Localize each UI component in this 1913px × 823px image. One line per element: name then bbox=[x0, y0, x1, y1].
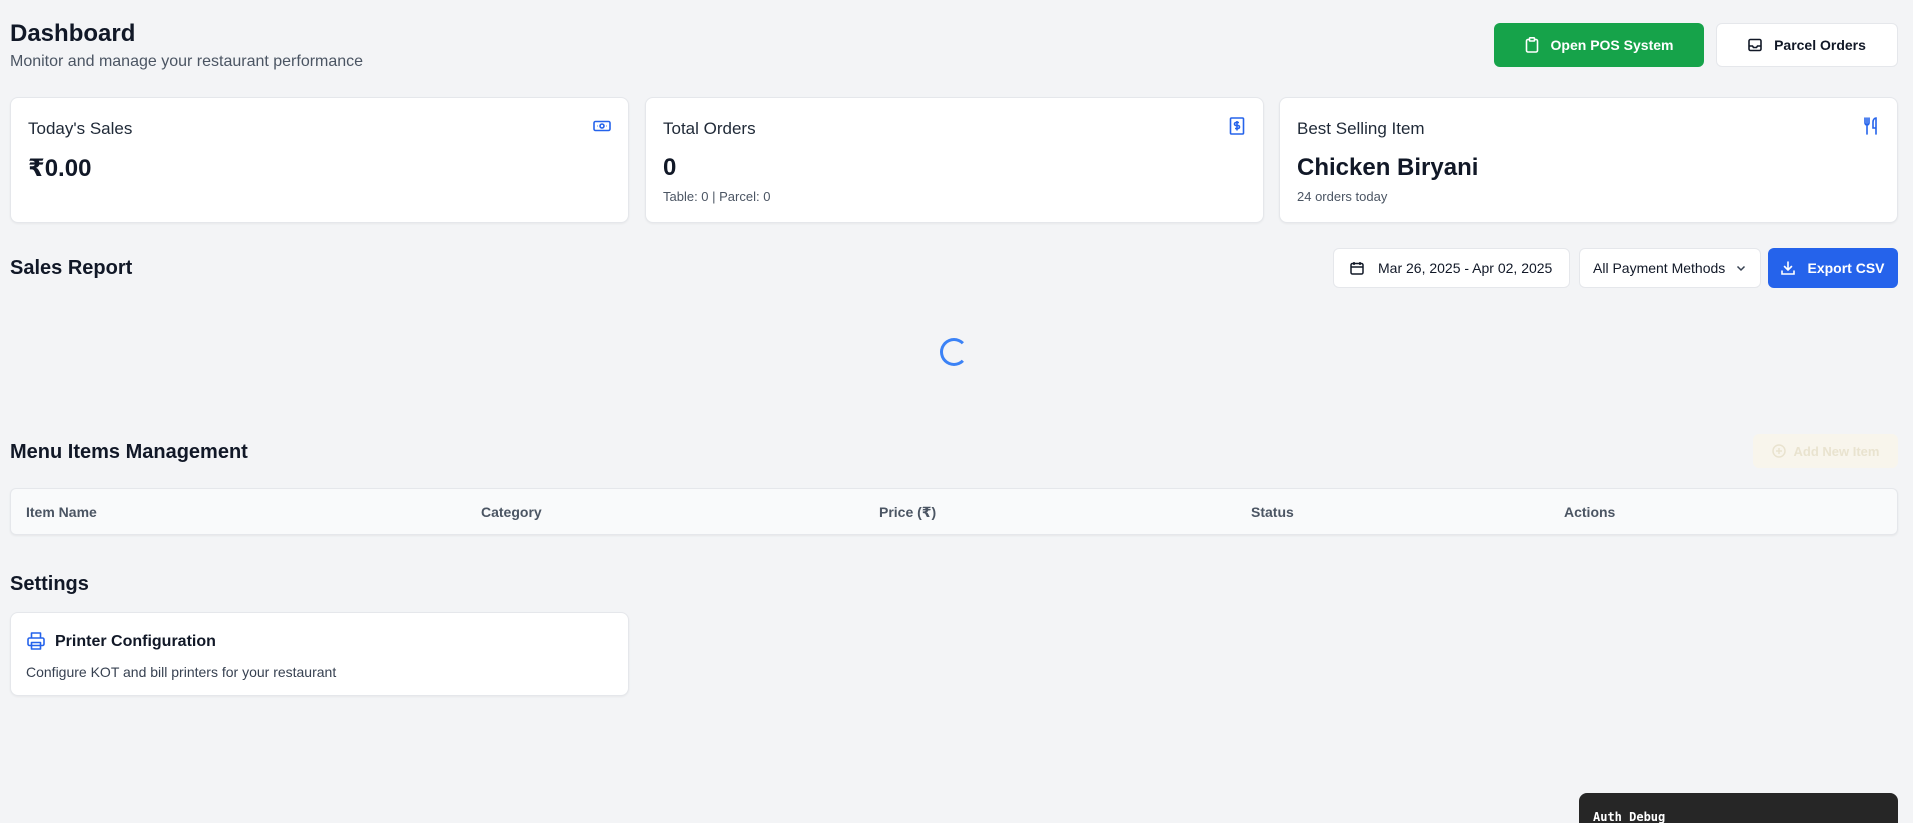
column-header-category: Category bbox=[481, 504, 542, 520]
date-range-value: Mar 26, 2025 - Apr 02, 2025 bbox=[1378, 260, 1553, 276]
printer-configuration-title: Printer Configuration bbox=[55, 633, 216, 650]
export-csv-label: Export CSV bbox=[1807, 260, 1885, 276]
page-header: Dashboard Monitor and manage your restau… bbox=[10, 20, 1898, 72]
loading-spinner bbox=[940, 338, 968, 366]
todays-sales-title: Today's Sales bbox=[28, 119, 133, 138]
payment-method-value: All Payment Methods bbox=[1593, 260, 1726, 276]
page-title: Dashboard bbox=[10, 20, 136, 47]
payment-method-select[interactable]: All Payment Methods bbox=[1579, 248, 1761, 288]
chevron-down-icon bbox=[1735, 262, 1747, 274]
column-header-actions: Actions bbox=[1564, 504, 1616, 520]
printer-icon bbox=[26, 631, 46, 651]
parcel-orders-button[interactable]: Parcel Orders bbox=[1716, 23, 1898, 67]
plus-circle-icon bbox=[1771, 444, 1786, 458]
column-header-status: Status bbox=[1251, 504, 1294, 520]
open-pos-button[interactable]: Open POS System bbox=[1494, 23, 1704, 67]
open-pos-label: Open POS System bbox=[1550, 37, 1674, 53]
add-new-item-label: Add New Item bbox=[1793, 443, 1880, 459]
printer-configuration-card[interactable]: Printer Configuration Configure KOT and … bbox=[10, 612, 629, 696]
column-header-price: Price (₹) bbox=[879, 504, 937, 520]
menu-items-table-header: Item Name Category Price (₹) Status Acti… bbox=[10, 488, 1898, 535]
settings-title: Settings bbox=[10, 573, 89, 595]
total-orders-title: Total Orders bbox=[663, 119, 756, 138]
banknote-icon bbox=[592, 116, 612, 136]
todays-sales-value: ₹0.00 bbox=[28, 155, 92, 182]
todays-sales-card: Today's Sales ₹0.00 bbox=[10, 97, 629, 223]
download-icon bbox=[1781, 261, 1796, 275]
total-orders-breakdown: Table: 0 | Parcel: 0 bbox=[663, 189, 771, 204]
best-selling-count: 24 orders today bbox=[1297, 189, 1388, 204]
receipt-dollar-icon bbox=[1227, 116, 1247, 136]
inbox-icon bbox=[1748, 38, 1762, 52]
auth-debug-label: Auth Debug bbox=[1593, 810, 1666, 823]
total-orders-card: Total Orders 0 Table: 0 | Parcel: 0 bbox=[645, 97, 1264, 223]
auth-debug-panel[interactable]: Auth Debug bbox=[1579, 793, 1898, 823]
add-new-item-button[interactable]: Add New Item bbox=[1753, 434, 1898, 468]
calendar-icon bbox=[1350, 261, 1364, 275]
page-subtitle: Monitor and manage your restaurant perfo… bbox=[10, 53, 364, 70]
export-csv-button[interactable]: Export CSV bbox=[1768, 248, 1898, 288]
sales-report-title: Sales Report bbox=[10, 257, 133, 279]
total-orders-value: 0 bbox=[663, 154, 677, 181]
best-selling-title: Best Selling Item bbox=[1297, 119, 1425, 138]
date-range-picker[interactable]: Mar 26, 2025 - Apr 02, 2025 bbox=[1333, 248, 1570, 288]
best-selling-value: Chicken Biryani bbox=[1297, 154, 1479, 181]
printer-configuration-description: Configure KOT and bill printers for your… bbox=[26, 664, 337, 680]
column-header-item-name: Item Name bbox=[26, 504, 97, 520]
best-selling-card: Best Selling Item Chicken Biryani 24 ord… bbox=[1279, 97, 1898, 223]
clipboard-icon bbox=[1525, 37, 1539, 53]
menu-items-title: Menu Items Management bbox=[10, 441, 248, 463]
parcel-orders-label: Parcel Orders bbox=[1774, 37, 1866, 53]
utensils-icon bbox=[1861, 116, 1881, 136]
